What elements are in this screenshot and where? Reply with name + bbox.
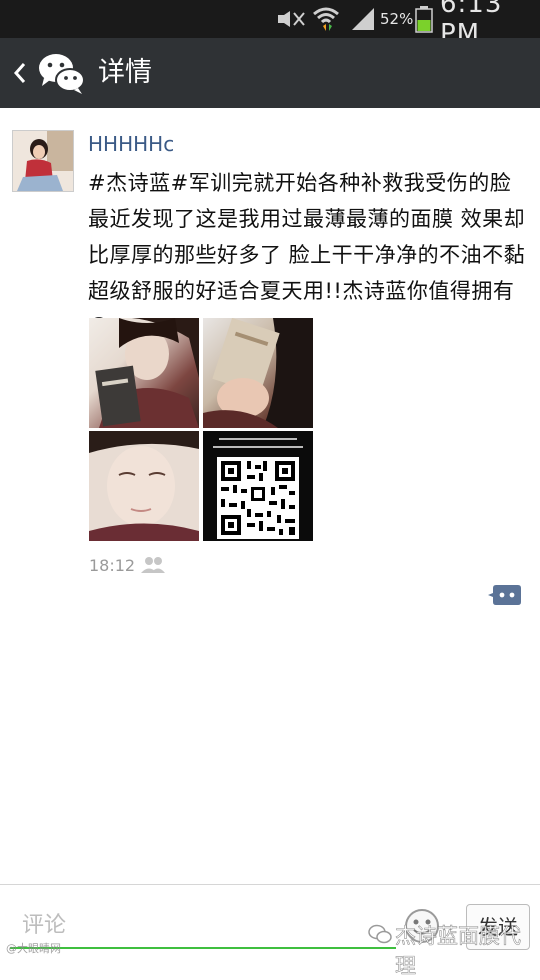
battery-percent: 52% xyxy=(380,10,414,28)
photo-mask-pack[interactable] xyxy=(203,318,313,428)
avatar[interactable] xyxy=(12,130,74,192)
status-bar: 52% 6:13 PM xyxy=(0,0,540,49)
clock: 6:13 PM xyxy=(440,0,503,49)
page-title: 详情 xyxy=(98,57,152,88)
qr-caption-text xyxy=(213,438,303,448)
battery-icon xyxy=(415,0,433,38)
mute-icon xyxy=(276,0,306,38)
back-icon[interactable] xyxy=(10,58,30,88)
wifi-icon xyxy=(312,0,340,38)
title-bar: 详情 xyxy=(0,38,540,108)
watermark-wechat-icon xyxy=(368,924,392,944)
input-underline xyxy=(10,947,396,949)
comment-bubble-icon[interactable] xyxy=(488,583,522,607)
watermark-right: 杰诗蓝面膜代理 xyxy=(395,924,522,979)
comment-placeholder: 评论 xyxy=(22,913,67,938)
qr-code-icon xyxy=(217,457,299,539)
photo-face-closeup[interactable] xyxy=(89,431,199,541)
watermark-left: @大眼睛网 xyxy=(6,942,61,955)
friends-icon xyxy=(140,556,166,574)
photo-qr-code[interactable] xyxy=(203,431,313,541)
username[interactable]: HHHHHc xyxy=(88,132,174,156)
post-time: 18:12 xyxy=(89,556,136,575)
signal-icon xyxy=(350,0,376,38)
photo-selfie-mask-box[interactable] xyxy=(89,318,199,428)
wechat-logo-icon xyxy=(36,50,86,96)
